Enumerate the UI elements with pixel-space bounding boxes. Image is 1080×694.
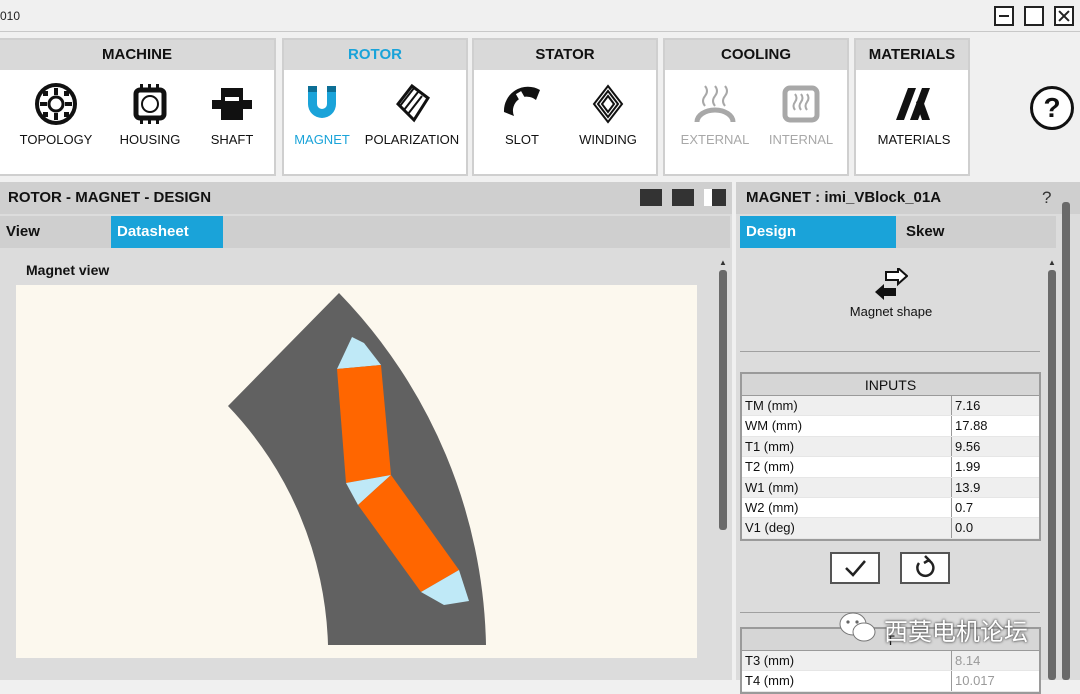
table-row: T4 (mm) 10.017	[742, 671, 1039, 692]
watermark-text: 西莫电机论坛	[884, 618, 1028, 646]
group-rotor: ROTOR MAGNET POLARIZATION	[282, 38, 468, 176]
slot-icon	[503, 86, 540, 116]
tool-materials-label: MATERIALS	[877, 132, 951, 147]
magnet-view-label: Magnet view	[26, 262, 110, 278]
tab-skew[interactable]: Skew	[900, 216, 1050, 248]
checkmark-icon	[845, 560, 866, 577]
magnet-shape-label: Magnet shape	[849, 304, 933, 319]
tool-shaft[interactable]: SHAFT	[184, 82, 280, 147]
housing-icon	[133, 84, 167, 124]
inputs-title: INPUTS	[742, 374, 1039, 396]
wm-value-field[interactable]: 17.88	[952, 416, 1039, 435]
topology-icon	[35, 83, 77, 125]
tab-view[interactable]: View	[0, 216, 110, 248]
table-row: TM (mm) 7.16	[742, 396, 1039, 417]
magnet-icon	[308, 86, 336, 118]
reset-button[interactable]	[900, 552, 950, 584]
swap-arrows-icon	[875, 268, 908, 300]
apply-button[interactable]	[830, 552, 880, 584]
right-scrollbar[interactable]	[1048, 270, 1056, 680]
close-icon[interactable]	[1054, 6, 1074, 26]
group-materials-title: MATERIALS	[856, 40, 968, 70]
tab-datasheet[interactable]: Datasheet	[111, 216, 223, 248]
group-machine: MACHINE TOPOLOGY HOUSING SHAFT	[0, 38, 276, 176]
tool-external-label: EXTERNAL	[680, 132, 750, 147]
maximize-icon[interactable]	[1024, 6, 1044, 26]
w1-value-field[interactable]: 13.9	[952, 478, 1039, 497]
table-row: WM (mm) 17.88	[742, 416, 1039, 437]
window-title: 010	[0, 9, 21, 23]
tool-slot[interactable]: SLOT	[474, 82, 570, 147]
internal-cooling-icon	[782, 85, 820, 123]
view-tabs: View Datasheet	[0, 216, 730, 248]
polarization-icon	[396, 83, 431, 123]
left-scrollbar[interactable]	[719, 270, 727, 530]
panel-help-icon[interactable]: ?	[1042, 188, 1051, 208]
group-cooling-title: COOLING	[665, 40, 847, 70]
group-machine-title: MACHINE	[0, 40, 274, 70]
winding-icon	[592, 84, 624, 124]
outer-scrollbar[interactable]	[1062, 202, 1070, 680]
group-stator: STATOR SLOT WINDING	[472, 38, 658, 176]
tool-external[interactable]: EXTERNAL	[667, 82, 763, 147]
table-row: T2 (mm) 1.99	[742, 457, 1039, 478]
tool-magnet-label: MAGNET	[294, 132, 350, 147]
layout-left-icon[interactable]	[640, 189, 662, 206]
tool-polarization[interactable]: POLARIZATION	[362, 82, 462, 147]
minimize-icon[interactable]	[994, 6, 1014, 26]
t2-value-field[interactable]: 1.99	[952, 457, 1039, 476]
t1-value-field[interactable]: 9.56	[952, 437, 1039, 456]
magnet-shape-button[interactable]: Magnet shape	[836, 268, 946, 319]
external-cooling-icon	[694, 85, 736, 123]
tool-winding[interactable]: WINDING	[560, 82, 656, 147]
tool-magnet[interactable]: MAGNET	[274, 82, 370, 147]
title-bar: 010	[0, 0, 1080, 32]
group-stator-title: STATOR	[474, 40, 656, 70]
tab-design[interactable]: Design	[740, 216, 896, 248]
tool-housing-label: HOUSING	[119, 132, 181, 147]
right-scroll-up-icon[interactable]: ▲	[1048, 258, 1056, 267]
table-row: T3 (mm) 8.14	[742, 651, 1039, 672]
inputs-table: INPUTS TM (mm) 7.16 WM (mm) 17.88 T1 (mm) 9…	[740, 372, 1041, 541]
tool-shaft-label: SHAFT	[210, 132, 254, 147]
shaft-icon	[212, 88, 252, 120]
tool-internal-label: INTERNAL	[768, 132, 834, 147]
group-cooling: COOLING EXTERNAL INTERNAL	[663, 38, 849, 176]
table-row: W2 (mm) 0.7	[742, 497, 1039, 519]
divider-1	[740, 351, 1040, 352]
tool-topology[interactable]: TOPOLOGY	[8, 82, 104, 147]
tool-internal[interactable]: INTERNAL	[753, 82, 849, 147]
tool-slot-label: SLOT	[505, 132, 539, 147]
materials-icon	[896, 88, 930, 120]
v1-value-field[interactable]: 0.0	[952, 518, 1039, 537]
tool-topology-label: TOPOLOGY	[19, 132, 93, 147]
scroll-up-icon[interactable]: ▲	[719, 258, 727, 267]
ribbon-toolbar: MACHINE TOPOLOGY HOUSING SHAFT ROTOR MAG…	[0, 32, 1080, 182]
design-tabs: Design Skew	[740, 216, 1056, 248]
magnet-design-panel: ROTOR - MAGNET - DESIGN View Datasheet M…	[0, 182, 732, 680]
w2-value-field[interactable]: 0.7	[952, 498, 1039, 517]
tool-winding-label: WINDING	[579, 132, 637, 147]
magnet-properties-panel: MAGNET : imi_VBlock_01A ? Design Skew Ma…	[736, 182, 1080, 694]
tool-materials[interactable]: MATERIALS	[866, 82, 962, 147]
help-icon[interactable]: ?	[1030, 86, 1074, 130]
magnet-name-header: MAGNET : imi_VBlock_01A	[736, 182, 1080, 214]
magnet-view-canvas	[16, 285, 697, 658]
magnet-drawing	[228, 293, 486, 645]
group-materials: MATERIALS MATERIALS	[854, 38, 970, 176]
layout-right-icon[interactable]	[704, 189, 726, 206]
wechat-logo-icon	[839, 612, 876, 642]
layout-full-icon[interactable]	[672, 189, 694, 206]
tm-value-field[interactable]: 7.16	[952, 396, 1039, 415]
group-rotor-title: ROTOR	[284, 40, 466, 70]
panel-title: ROTOR - MAGNET - DESIGN	[0, 182, 732, 214]
table-row: T1 (mm) 9.56	[742, 436, 1039, 458]
table-row: V1 (deg) 0.0	[742, 518, 1039, 539]
undo-icon	[916, 555, 935, 578]
table-row: W1 (mm) 13.9	[742, 477, 1039, 498]
tool-polarization-label: POLARIZATION	[364, 132, 460, 147]
